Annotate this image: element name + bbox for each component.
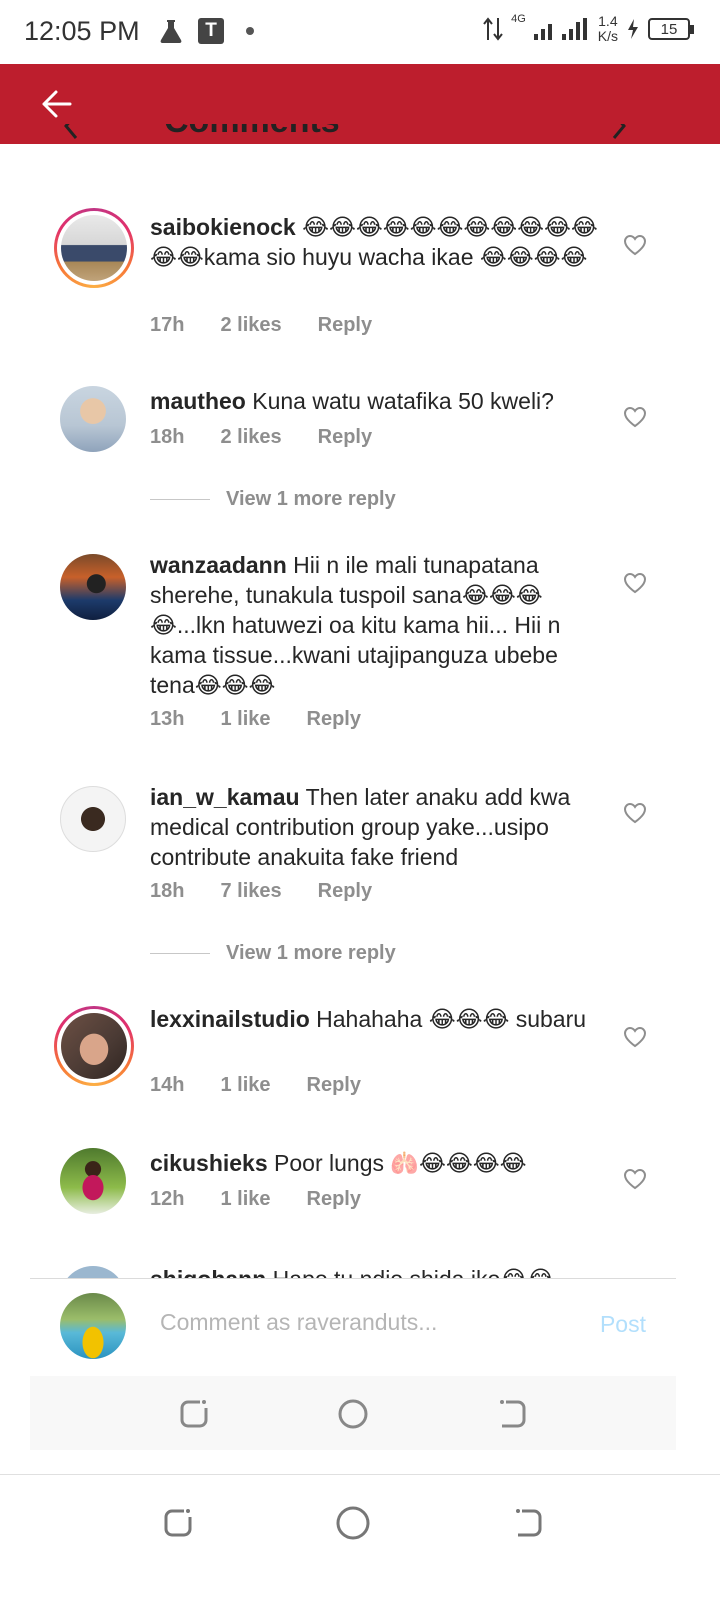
status-bar: 12:05 PM T 4G 1.4 K/s 15 bbox=[0, 0, 720, 64]
comment-time: 12h bbox=[150, 1188, 185, 1210]
comment-text: mautheo Kuna watu watafika 50 kweli? bbox=[150, 386, 600, 416]
network-type: 4G bbox=[511, 13, 526, 25]
comment-text: lexxinailstudio Hahahaha 😂😂😂 subaru bbox=[150, 1004, 600, 1034]
charging-icon bbox=[628, 19, 638, 39]
comment-composer: Comment as raveranduts... Post bbox=[30, 1278, 676, 1376]
comment-likes[interactable]: 1 like bbox=[220, 1074, 270, 1097]
view-more-replies[interactable]: View 1 more reply bbox=[150, 942, 396, 965]
reply-button[interactable]: Reply bbox=[307, 708, 361, 731]
my-avatar bbox=[60, 1293, 126, 1359]
view-more-replies[interactable]: View 1 more reply bbox=[150, 488, 396, 511]
comments-title-cut: Comments bbox=[60, 124, 660, 144]
more-notifications-dot bbox=[246, 27, 254, 35]
heart-icon[interactable] bbox=[623, 406, 647, 428]
t-app-icon: T bbox=[198, 18, 224, 44]
recents-icon[interactable] bbox=[158, 1503, 198, 1543]
comment-username[interactable]: ian_w_kamau bbox=[150, 784, 300, 810]
reply-button[interactable]: Reply bbox=[318, 426, 372, 449]
comment-likes[interactable]: 2 likes bbox=[220, 314, 281, 337]
comment-time: 17h bbox=[150, 314, 185, 336]
comment-time: 18h bbox=[150, 426, 185, 448]
comment-text: saibokienock 😂😂😂😂😂😂😂😂😂😂😂😂😂kama sio huyu … bbox=[150, 212, 600, 272]
avatar[interactable] bbox=[60, 1148, 126, 1214]
recents-icon[interactable] bbox=[174, 1394, 214, 1434]
avatar[interactable] bbox=[60, 386, 126, 452]
reply-button[interactable]: Reply bbox=[318, 880, 372, 903]
reply-button[interactable]: Reply bbox=[318, 314, 372, 337]
data-transfer-icon bbox=[483, 17, 503, 41]
comment-time: 18h bbox=[150, 880, 185, 902]
comment-username[interactable]: shiqohann bbox=[150, 1266, 266, 1278]
avatar-story-ring[interactable] bbox=[54, 1006, 134, 1086]
system-nav-bar bbox=[0, 1474, 720, 1600]
chevron-left-icon bbox=[64, 124, 78, 139]
home-icon[interactable] bbox=[333, 1394, 373, 1434]
divider-line bbox=[150, 953, 210, 954]
comment-meta: 13h 1 like Reply bbox=[150, 708, 361, 731]
comment-text: wanzaadann Hii n ile mali tunapatana she… bbox=[150, 550, 600, 700]
network-speed: 1.4 K/s bbox=[597, 13, 618, 44]
heart-icon[interactable] bbox=[623, 1026, 647, 1048]
comment-body: Hahahaha 😂😂😂 subaru bbox=[316, 1006, 587, 1032]
battery-icon: 15 bbox=[648, 18, 694, 40]
comment-time: 13h bbox=[150, 708, 185, 730]
comment-likes[interactable]: 2 likes bbox=[220, 426, 281, 449]
comment-item: shiqohann Hapo tu ndio shida iko😂😂 bbox=[0, 1262, 720, 1278]
avatar[interactable] bbox=[60, 786, 126, 852]
avatar[interactable] bbox=[60, 1266, 126, 1278]
comments-title: Comments bbox=[164, 124, 340, 141]
avatar[interactable] bbox=[60, 554, 126, 620]
comment-username[interactable]: cikushieks bbox=[150, 1150, 268, 1176]
share-icon bbox=[612, 124, 626, 139]
comment-meta: 18h 2 likes Reply bbox=[150, 426, 372, 449]
comment-username[interactable]: saibokienock bbox=[150, 214, 296, 240]
home-icon[interactable] bbox=[333, 1503, 373, 1543]
comment-time: 14h bbox=[150, 1074, 185, 1096]
heart-icon[interactable] bbox=[623, 1168, 647, 1190]
heart-icon[interactable] bbox=[623, 802, 647, 824]
comment-username[interactable]: wanzaadann bbox=[150, 552, 287, 578]
status-time: 12:05 PM bbox=[24, 16, 140, 46]
back-icon[interactable] bbox=[492, 1394, 532, 1434]
comment-meta: 12h 1 like Reply bbox=[150, 1188, 361, 1211]
comment-body: Kuna watu watafika 50 kweli? bbox=[252, 388, 554, 414]
comment-text: cikushieks Poor lungs 🫁😂😂😂😂 bbox=[150, 1148, 600, 1178]
comment-username[interactable]: mautheo bbox=[150, 388, 246, 414]
inner-nav-bar bbox=[30, 1376, 676, 1450]
comment-text: ian_w_kamau Then later anaku add kwa med… bbox=[150, 782, 600, 872]
comment-input[interactable]: Comment as raveranduts... bbox=[160, 1309, 437, 1336]
comment-meta: 18h 7 likes Reply bbox=[150, 880, 372, 903]
reply-button[interactable]: Reply bbox=[307, 1074, 361, 1097]
heart-icon[interactable] bbox=[623, 234, 647, 256]
heart-icon[interactable] bbox=[623, 572, 647, 594]
comment-text: shiqohann Hapo tu ndio shida iko😂😂 bbox=[150, 1264, 600, 1278]
divider-line bbox=[150, 499, 210, 500]
avatar bbox=[61, 215, 127, 281]
avatar bbox=[61, 1013, 127, 1079]
comment-meta: 14h 1 like Reply bbox=[150, 1074, 361, 1097]
reply-button[interactable]: Reply bbox=[307, 1188, 361, 1211]
comment-likes[interactable]: 7 likes bbox=[220, 880, 281, 903]
comment-likes[interactable]: 1 like bbox=[220, 1188, 270, 1211]
signal-icon bbox=[533, 18, 587, 40]
status-notification-icons: T bbox=[158, 18, 254, 44]
post-button[interactable]: Post bbox=[600, 1311, 646, 1338]
comment-body: Poor lungs 🫁😂😂😂😂 bbox=[274, 1150, 527, 1176]
comment-username[interactable]: lexxinailstudio bbox=[150, 1006, 310, 1032]
flask-icon bbox=[160, 20, 182, 43]
avatar-story-ring[interactable] bbox=[54, 208, 134, 288]
back-icon[interactable] bbox=[508, 1503, 548, 1543]
back-arrow-icon[interactable] bbox=[36, 82, 80, 126]
status-system-icons: 4G 1.4 K/s 15 bbox=[483, 13, 694, 44]
comment-body: Hapo tu ndio shida iko😂😂 bbox=[273, 1266, 554, 1278]
comment-meta: 17h 2 likes Reply bbox=[150, 314, 372, 337]
comment-likes[interactable]: 1 like bbox=[220, 708, 270, 731]
